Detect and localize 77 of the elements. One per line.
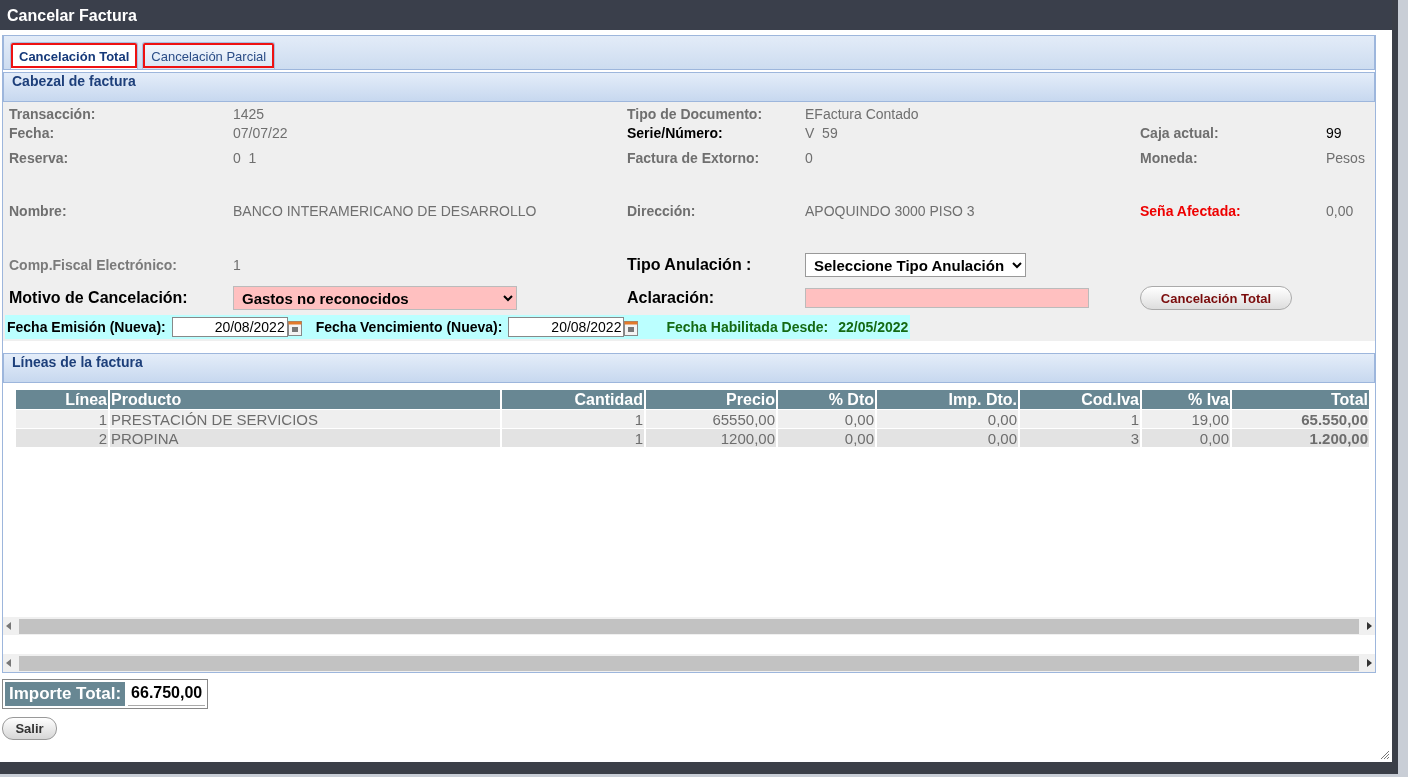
input-field[interactable]	[805, 288, 1089, 308]
field-label: Fecha:	[9, 125, 55, 141]
table-cell: 1	[502, 410, 644, 428]
column-header: Total	[1232, 390, 1369, 409]
field-label: Reserva:	[9, 150, 69, 166]
table-cell: 2	[16, 429, 108, 447]
dropdown[interactable]: Gastos no reconocidos	[233, 286, 517, 310]
table-cell: 1	[502, 429, 644, 447]
tab[interactable]: Cancelación Total	[10, 42, 139, 69]
field-value: 22/05/2022	[838, 319, 909, 335]
field-label: Seña Afectada:	[1140, 203, 1241, 219]
date-field[interactable]: 20/08/2022	[171, 317, 288, 337]
field-value: 1425	[233, 106, 265, 122]
field-label: Aclaración:	[627, 289, 715, 306]
table-cell: 65550,00	[646, 410, 776, 428]
table-cell: PROPINA	[110, 429, 500, 447]
table-cell: 1.200,00	[1232, 429, 1369, 447]
cancel-button[interactable]: Cancelación Total	[1140, 286, 1292, 310]
column-header: Producto	[110, 390, 500, 409]
table-cell: 1200,00	[646, 429, 776, 447]
field-label: Fecha Habilitada Desde:	[666, 319, 829, 335]
field-label: Motivo de Cancelación:	[9, 289, 188, 306]
field-value: 0,00	[1326, 203, 1354, 219]
column-header: Cod.Iva	[1020, 390, 1140, 409]
section-title: Cabezal de factura	[12, 73, 136, 89]
column-header: Precio	[646, 390, 776, 409]
column-header: Cantidad	[502, 390, 644, 409]
field-value: 0	[805, 150, 813, 166]
field-label: Transacción:	[9, 106, 96, 122]
total-label: Importe Total:	[5, 682, 126, 706]
scrollbar-thumb[interactable]	[19, 618, 1359, 634]
table-cell: 0,00	[877, 429, 1018, 447]
field-value: 99	[1326, 125, 1342, 141]
field-label: Moneda:	[1140, 150, 1198, 166]
field-value: 1	[233, 257, 241, 273]
table-cell: 0,00	[1142, 429, 1230, 447]
section-title: Líneas de la factura	[12, 354, 143, 370]
field-label: Tipo de Documento:	[627, 106, 763, 122]
date-field[interactable]: 20/08/2022	[508, 317, 625, 337]
table-cell: 3	[1020, 429, 1140, 447]
table-cell: 0,00	[778, 429, 875, 447]
field-value: V 59	[805, 125, 838, 141]
tab[interactable]: Cancelación Parcial	[142, 42, 276, 69]
total-value: 66.750,00	[128, 682, 206, 706]
field-value: BANCO INTERAMERICANO DE DESARROLLO	[233, 203, 537, 219]
calendar-icon[interactable]	[287, 318, 302, 336]
column-header: Imp. Dto.	[877, 390, 1018, 409]
table-cell: 0,00	[778, 410, 875, 428]
field-label: Tipo Anulación :	[627, 256, 752, 273]
window-title: Cancelar Factura	[0, 0, 1392, 30]
calendar-icon[interactable]	[624, 318, 639, 336]
table-cell: 1	[1020, 410, 1140, 428]
table-cell: 65.550,00	[1232, 410, 1369, 428]
field-label: Nombre:	[9, 203, 67, 219]
field-value: Pesos	[1326, 150, 1365, 166]
field-label: Fecha Vencimiento (Nueva):	[315, 319, 503, 335]
column-header: % Dto	[778, 390, 875, 409]
table-cell: PRESTACIÓN DE SERVICIOS	[110, 410, 500, 428]
field-label: Fecha Emisión (Nueva):	[7, 319, 166, 335]
field-label: Factura de Extorno:	[627, 150, 760, 166]
dropdown[interactable]: Seleccione Tipo Anulación	[805, 253, 1026, 277]
table-cell: 1	[16, 410, 108, 428]
field-label: Dirección:	[627, 203, 696, 219]
scrollbar-thumb[interactable]	[19, 655, 1359, 671]
field-value: 0 1	[233, 150, 257, 166]
column-header: % Iva	[1142, 390, 1230, 409]
field-label: Serie/Número:	[627, 125, 723, 141]
column-header: Línea	[16, 390, 108, 409]
field-label: Caja actual:	[1140, 125, 1219, 141]
field-value: APOQUINDO 3000 PISO 3	[805, 203, 975, 219]
exit-button[interactable]: Salir	[2, 717, 57, 740]
field-label: Comp.Fiscal Electrónico:	[9, 257, 178, 273]
field-value: EFactura Contado	[805, 106, 919, 122]
resize-grip-icon[interactable]	[1380, 750, 1390, 760]
table-cell: 19,00	[1142, 410, 1230, 428]
field-value: 07/07/22	[233, 125, 288, 141]
table-cell: 0,00	[877, 410, 1018, 428]
